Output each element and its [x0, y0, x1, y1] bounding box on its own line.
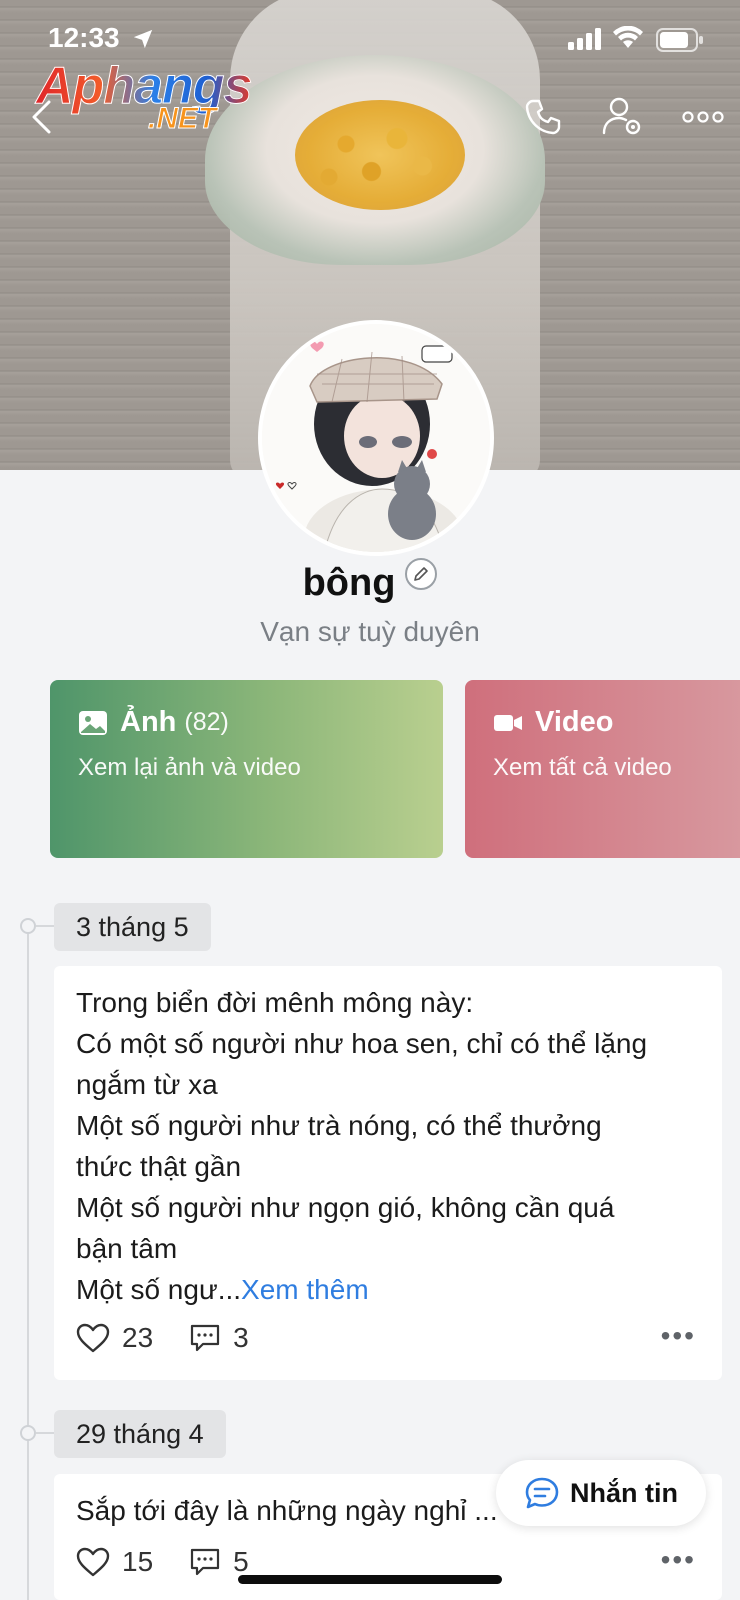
videos-card-label: Video [535, 706, 614, 738]
edit-pencil-icon[interactable] [405, 558, 438, 590]
post-more-icon[interactable]: ••• [661, 1544, 696, 1576]
comment-count: 5 [233, 1546, 249, 1577]
image-icon [79, 710, 107, 735]
phone-icon [525, 99, 561, 135]
post-line: Một số ngư... [76, 1274, 242, 1305]
cellular-signal-icon [568, 28, 601, 50]
comment-button[interactable]: 5 [189, 1546, 249, 1578]
back-chevron-icon [32, 100, 51, 134]
post-text[interactable]: Trong biển đời mênh mông này: Có một số … [76, 982, 706, 1310]
home-indicator [238, 1575, 502, 1584]
heart-icon [76, 1323, 110, 1353]
see-more-link[interactable]: Xem thêm [241, 1274, 369, 1305]
cover-sunflowers [295, 100, 465, 210]
photos-card-title: Ảnh (82) [78, 706, 229, 739]
profile-name: bông [302, 561, 396, 604]
location-arrow-icon [133, 29, 153, 49]
back-button[interactable] [16, 92, 66, 142]
watermark-suffix: .NET [147, 102, 217, 136]
timeline-dot [20, 1425, 36, 1441]
post-line: Trong biển đời mênh mông này: [76, 987, 474, 1018]
user-settings-icon [602, 97, 641, 135]
videos-card-title: Video [493, 706, 613, 739]
like-count: 23 [122, 1322, 154, 1353]
video-camera-icon [494, 714, 522, 731]
avatar-illustration [262, 324, 490, 552]
comment-button[interactable]: 3 [189, 1322, 249, 1354]
like-button[interactable]: 15 [76, 1546, 153, 1578]
profile-name-row: bông [0, 558, 740, 608]
heart-icon [76, 1547, 110, 1577]
message-button[interactable]: Nhắn tin [496, 1460, 706, 1526]
photos-card[interactable]: Ảnh (82) Xem lại ảnh và video [50, 680, 443, 858]
photos-card-label: Ảnh [120, 706, 177, 738]
message-button-label: Nhắn tin [570, 1477, 678, 1508]
profile-bio: Vạn sự tuỳ duyên [260, 616, 480, 647]
chat-bubble-icon [525, 1477, 559, 1509]
post-line: bận tâm [76, 1233, 178, 1264]
post-line: thức thật gần [76, 1151, 242, 1182]
profile-settings-button[interactable] [598, 92, 648, 142]
like-count: 15 [122, 1546, 154, 1577]
timeline-tick [36, 1432, 54, 1434]
comment-icon [191, 1548, 220, 1576]
post-actions: 15 5 [76, 1546, 285, 1578]
videos-card[interactable]: Video Xem tất cả video [465, 680, 740, 858]
post-line: Một số người như trà nóng, có thể thưởng [76, 1110, 602, 1141]
post-actions: 23 3 [76, 1322, 285, 1354]
comment-count: 3 [233, 1322, 249, 1353]
post-card[interactable]: Trong biển đời mênh mông này: Có một số … [54, 966, 722, 1380]
more-options-button[interactable] [676, 92, 730, 142]
post-line: Có một số người như hoa sen, chỉ có thể … [76, 1028, 648, 1059]
timeline-tick [36, 925, 54, 927]
post-line-truncated: Một số ngư...Xem thêm [76, 1269, 706, 1310]
avatar[interactable] [258, 320, 494, 556]
post-date: 29 tháng 4 [54, 1410, 226, 1458]
timeline-line [27, 920, 29, 1600]
call-button[interactable] [518, 92, 568, 142]
post-date: 3 tháng 5 [54, 903, 211, 951]
more-horizontal-icon [682, 111, 724, 123]
post-more-icon[interactable]: ••• [661, 1320, 696, 1352]
photos-count: (82) [184, 708, 229, 736]
watermark-text: Aphangs [35, 57, 252, 116]
photos-card-subtitle: Xem lại ảnh và video [78, 754, 301, 781]
status-time: 12:33 [48, 22, 120, 53]
post-line: Một số người như ngọn gió, không cần quá [76, 1192, 615, 1223]
watermark-logo: Aphangs .NET [35, 56, 266, 140]
timeline-dot [20, 918, 36, 934]
battery-icon [656, 28, 703, 52]
like-button[interactable]: 23 [76, 1322, 153, 1354]
post-line: ngắm từ xa [76, 1069, 218, 1100]
comment-icon [191, 1324, 220, 1352]
videos-card-subtitle: Xem tất cả video [493, 754, 672, 781]
wifi-icon [613, 26, 643, 48]
